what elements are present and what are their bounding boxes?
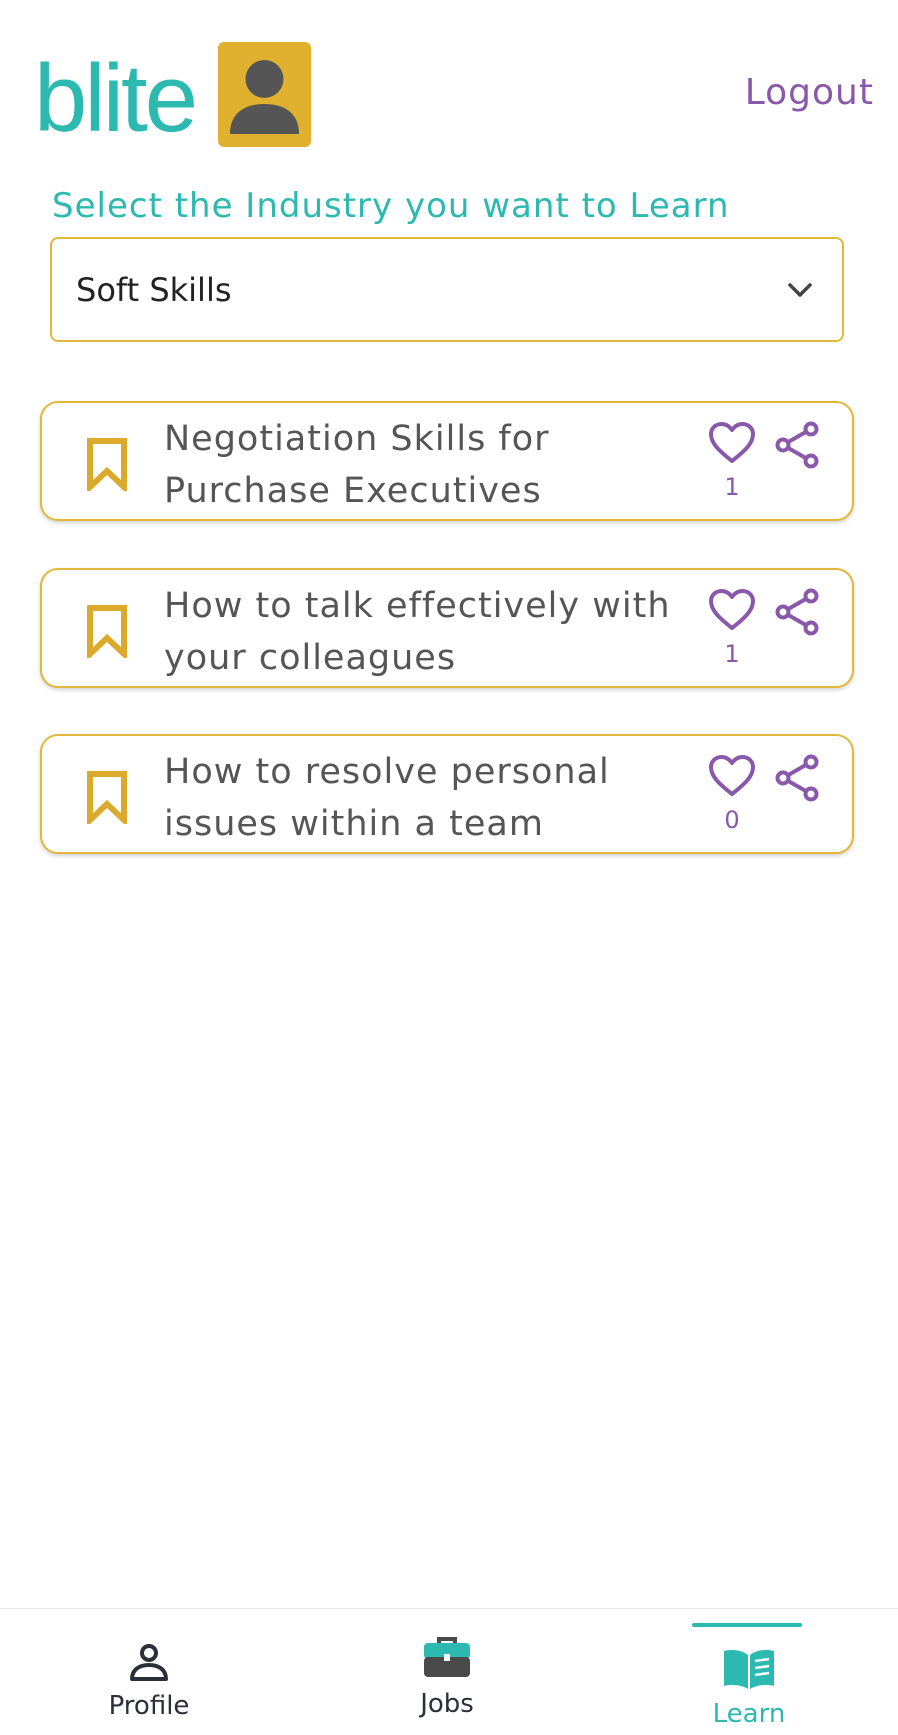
nav-label-jobs: Jobs xyxy=(420,1689,474,1719)
course-title-line: your colleagues xyxy=(164,638,457,678)
chevron-down-icon xyxy=(788,282,812,297)
nav-label-profile: Profile xyxy=(108,1691,190,1721)
active-tab-indicator xyxy=(692,1623,802,1627)
person-icon xyxy=(130,1644,168,1681)
course-card[interactable]: How to talk effectively with your collea… xyxy=(40,568,854,688)
user-silhouette-icon xyxy=(230,60,299,134)
avatar[interactable] xyxy=(218,42,311,147)
bookmark-icon[interactable] xyxy=(86,604,128,658)
course-title-line: How to talk effectively with xyxy=(164,586,671,626)
course-title: How to talk effectively with your collea… xyxy=(164,580,684,684)
nav-label-learn: Learn xyxy=(712,1699,786,1729)
share-icon[interactable] xyxy=(774,421,820,469)
app-header: blite Logout xyxy=(0,0,898,170)
learn-page: blite Logout Select the Industry you wan… xyxy=(0,0,898,1735)
course-title: How to resolve personal issues within a … xyxy=(164,746,684,850)
like-count: 1 xyxy=(724,473,740,501)
nav-item-profile[interactable]: Profile xyxy=(0,1609,298,1735)
like-count: 1 xyxy=(724,640,740,668)
industry-select-value: Soft Skills xyxy=(76,270,232,309)
course-card[interactable]: How to resolve personal issues within a … xyxy=(40,734,854,854)
course-card[interactable]: Negotiation Skills for Purchase Executiv… xyxy=(40,401,854,521)
nav-item-learn[interactable]: Learn xyxy=(600,1609,898,1735)
heart-icon[interactable] xyxy=(708,588,756,632)
briefcase-icon xyxy=(424,1637,470,1677)
course-title-line: How to resolve personal xyxy=(164,752,610,792)
book-icon xyxy=(724,1650,774,1689)
industry-label: Select the Industry you want to Learn xyxy=(52,186,730,226)
like-count: 0 xyxy=(724,806,740,834)
bookmark-icon[interactable] xyxy=(86,437,128,491)
heart-icon[interactable] xyxy=(708,754,756,798)
share-icon[interactable] xyxy=(774,754,820,802)
course-title-line: issues within a team xyxy=(164,804,544,844)
nav-item-jobs[interactable]: Jobs xyxy=(298,1609,596,1735)
industry-select[interactable]: Soft Skills xyxy=(50,237,844,342)
course-title: Negotiation Skills for Purchase Executiv… xyxy=(164,413,684,517)
logout-button[interactable]: Logout xyxy=(745,72,874,113)
share-icon[interactable] xyxy=(774,588,820,636)
course-title-line: Negotiation Skills for xyxy=(164,419,550,459)
course-title-line: Purchase Executives xyxy=(164,471,542,511)
app-logo-text: blite xyxy=(34,45,198,152)
bookmark-icon[interactable] xyxy=(86,770,128,824)
heart-icon[interactable] xyxy=(708,421,756,465)
bottom-nav: Profile Jobs Learn xyxy=(0,1608,898,1735)
